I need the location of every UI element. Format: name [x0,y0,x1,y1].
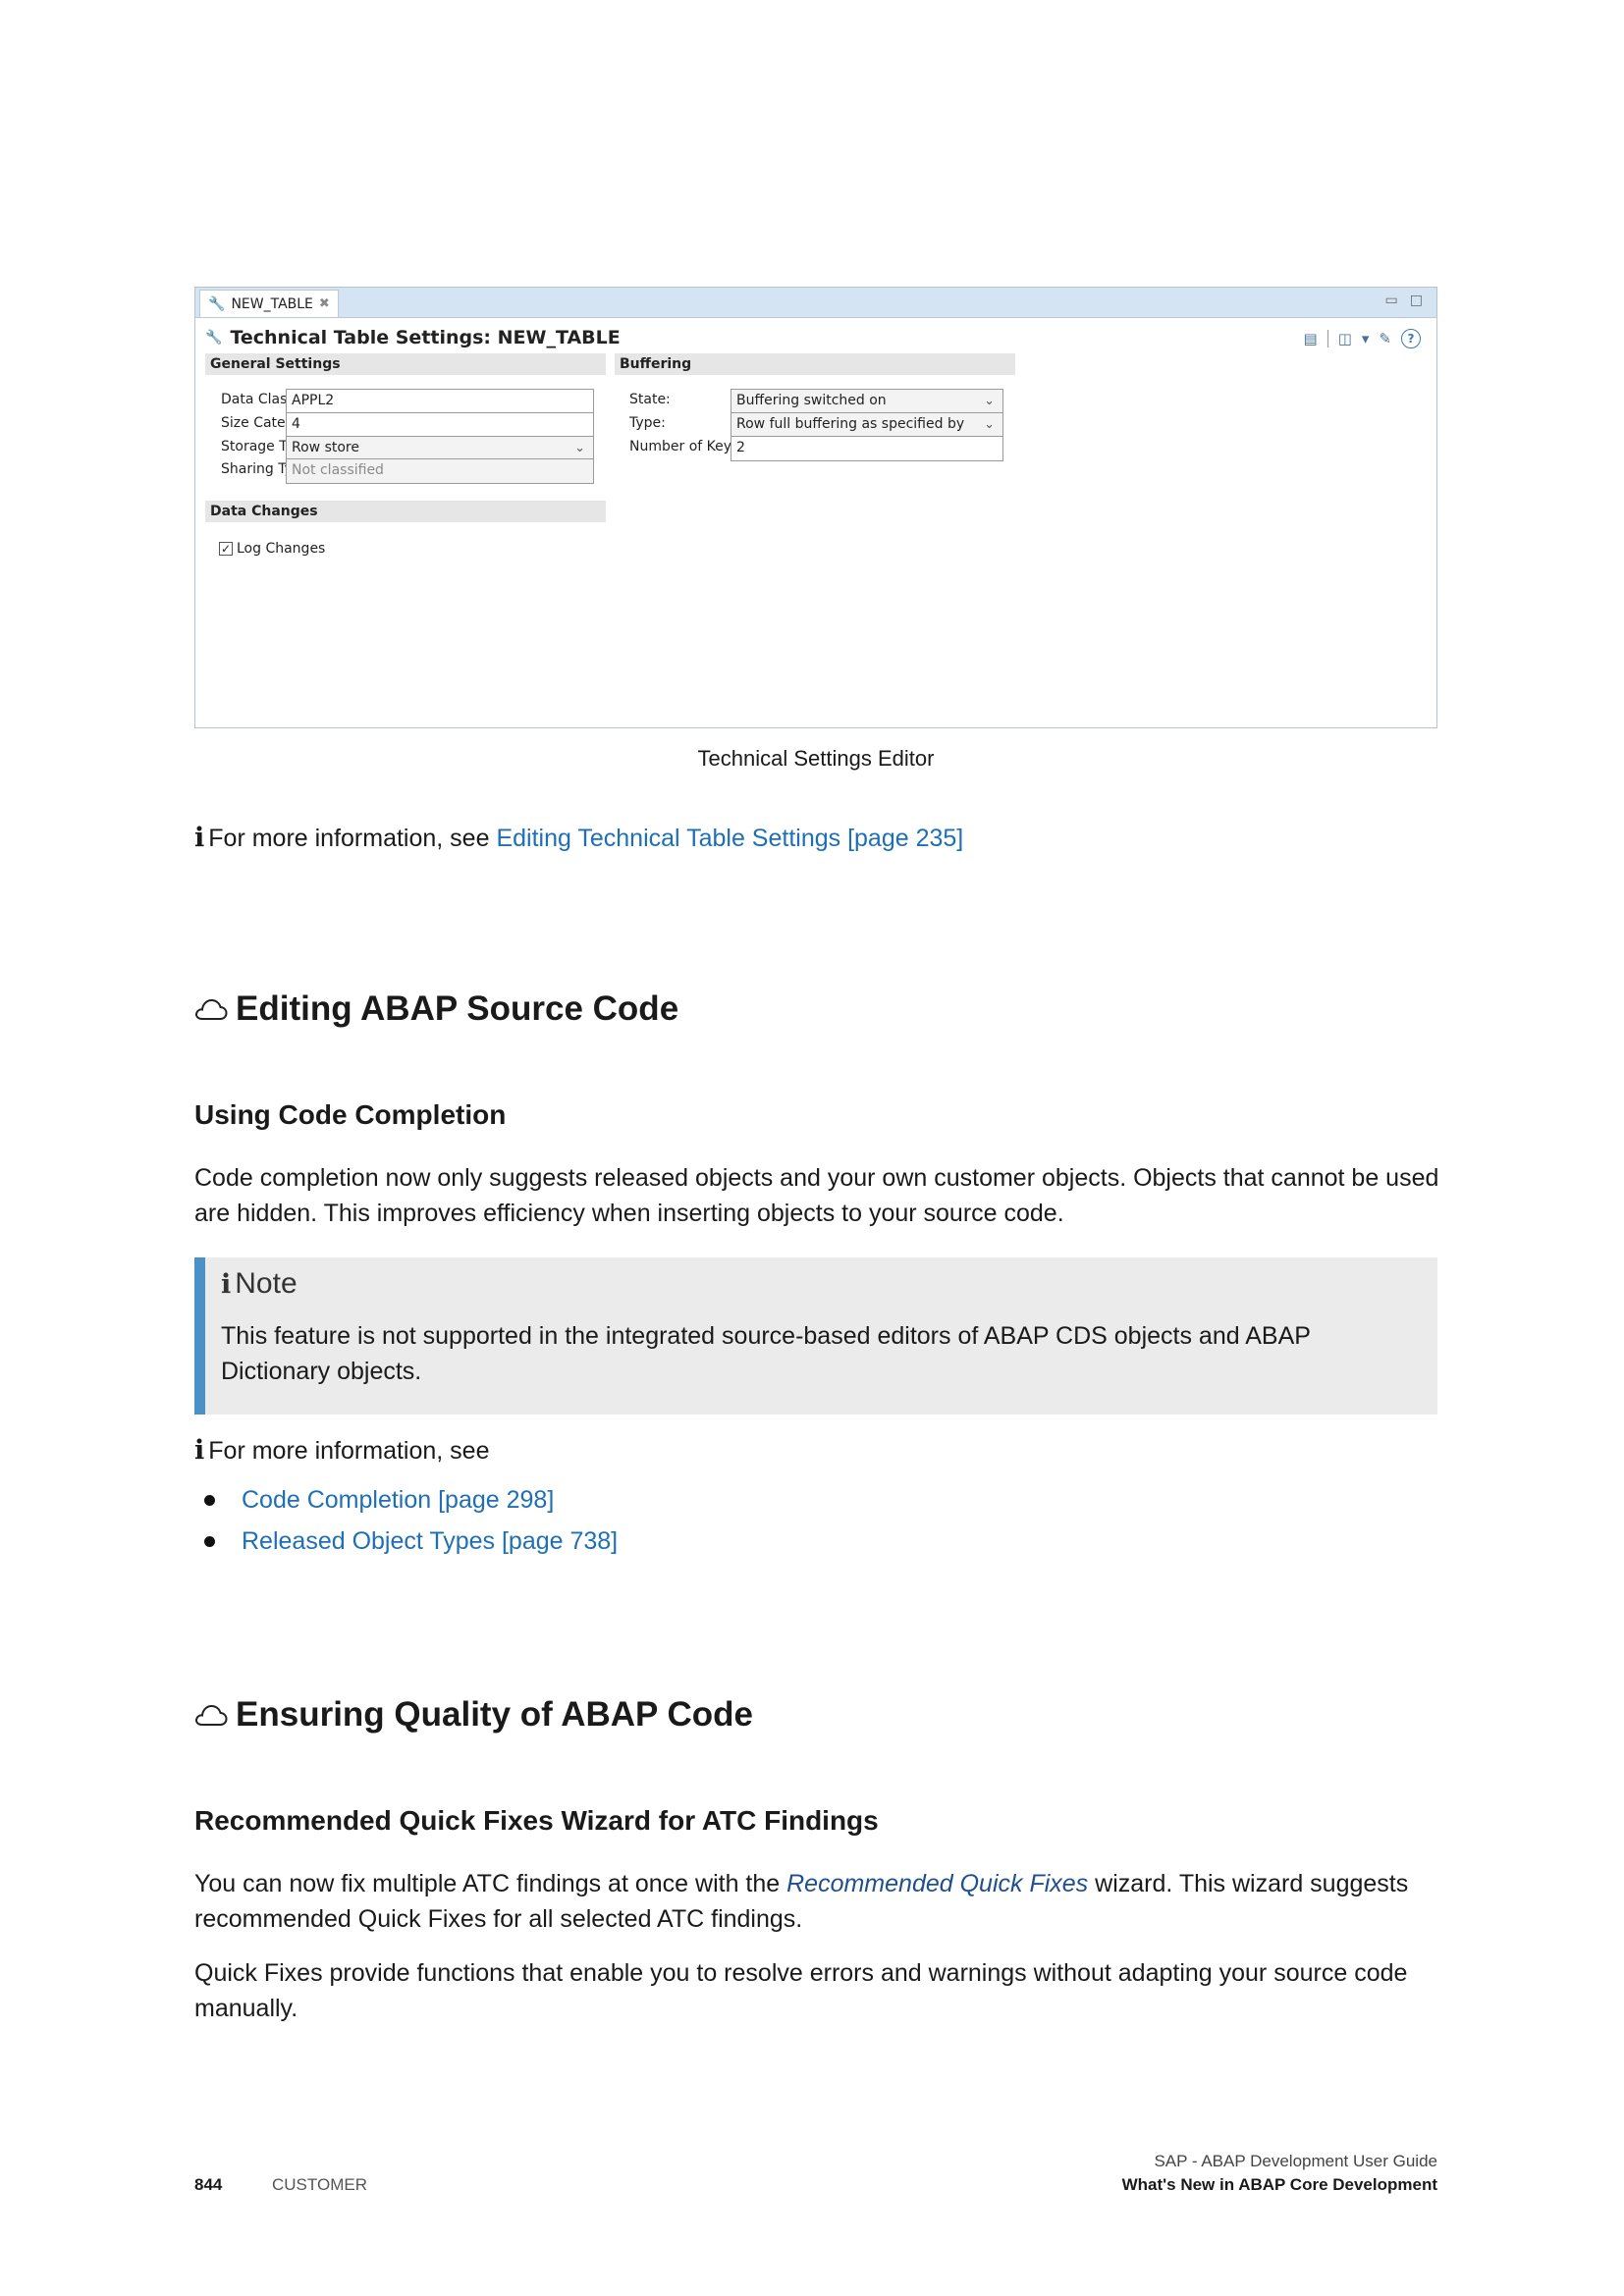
buffering-state-select[interactable]: Buffering switched on ⌄ [731,389,1003,414]
section-title: Ensuring Quality of ABAP Code [236,1695,753,1734]
close-icon[interactable]: ✖ [319,296,330,311]
link-code-completion[interactable]: Code Completion [page 298] [242,1486,554,1514]
type-label: Type: [629,415,666,431]
section-heading-quality: Ensuring Quality of ABAP Code [194,1695,753,1735]
buffering-type-select[interactable]: Row full buffering as specified by gener… [731,412,1003,454]
general-settings-header: General Settings [205,353,606,375]
buffering-header: Buffering [615,353,1015,375]
storage-type-value: Row store [292,440,359,455]
help-icon[interactable]: ? [1401,329,1421,348]
note-text: This feature is not supported in the int… [221,1322,1311,1385]
technical-settings-editor: 🔧 NEW_TABLE ✖ ▭ □ 🔧 Technical Table Sett… [194,287,1437,728]
chevron-down-icon: ⌄ [984,417,995,432]
info-i-icon: i [194,823,205,853]
info-line-2: i For more information, see [194,1435,489,1466]
wrench-icon: 🔧 [208,295,226,312]
info-i-icon: i [221,1269,232,1300]
section-footer-title: What's New in ABAP Core Development [1121,2175,1437,2194]
subheading-quick-fixes: Recommended Quick Fixes Wizard for ATC F… [194,1805,879,1836]
toolbar-separator [1326,330,1328,347]
editor-title: 🔧 Technical Table Settings: NEW_TABLE [205,327,621,348]
info-i-icon: i [194,1435,205,1466]
info-line-1: i For more information, see Editing Techn… [194,823,963,853]
link-recommended-quick-fixes[interactable]: Recommended Quick Fixes [786,1870,1088,1897]
paragraph-code-completion: Code completion now only suggests releas… [194,1164,1439,1227]
cloud-icon [195,1704,228,1726]
state-label: State: [629,392,671,407]
editor-tab-bar: 🔧 NEW_TABLE ✖ ▭ □ [195,288,1436,318]
size-category-field[interactable]: 4 [286,412,594,438]
links-list: Code Completion [page 298] Released Obje… [194,1482,618,1565]
section-title: Editing ABAP Source Code [236,989,679,1028]
link-released-object-types[interactable]: Released Object Types [page 738] [242,1527,618,1555]
transport-icon[interactable]: ◫ [1338,330,1352,347]
data-changes-header: Data Changes [205,501,606,522]
wrench-icon: 🔧 [205,330,223,346]
checkbox-checked-icon: ✓ [219,542,233,556]
maximize-icon[interactable]: □ [1410,293,1423,308]
editor-title-text: Technical Table Settings: NEW_TABLE [230,327,621,348]
list-item: Code Completion [page 298] [194,1482,618,1523]
chevron-down-icon: ⌄ [984,394,995,408]
subheading-code-completion: Using Code Completion [194,1099,507,1130]
editor-tab[interactable]: 🔧 NEW_TABLE ✖ [199,290,339,317]
paragraph-quick-fixes-1: You can now fix multiple ATC findings at… [194,1866,1441,1937]
document-icon[interactable]: ▤ [1304,330,1318,347]
data-class-field[interactable]: APPL2 [286,389,594,414]
audience-label: CUSTOMER [272,2175,367,2194]
sharing-type-field: Not classified [286,458,594,484]
cloud-icon [195,998,228,1020]
link-editing-technical-settings[interactable]: Editing Technical Table Settings [page 2… [496,825,963,852]
chevron-down-icon: ⌄ [574,441,585,455]
page-number: 844 [194,2175,223,2194]
note-title: i Note [221,1267,298,1301]
buffering-state-value: Buffering switched on [736,393,887,408]
note-box: i Note This feature is not supported in t… [194,1257,1437,1415]
figure-caption: Technical Settings Editor [697,746,935,771]
list-item: Released Object Types [page 738] [194,1523,618,1565]
info-text: For more information, see [208,1437,490,1465]
info-text: For more information, see [208,825,497,852]
minimize-icon[interactable]: ▭ [1385,293,1398,308]
window-controls: ▭ □ [1385,293,1423,308]
log-changes-checkbox[interactable]: ✓ Log Changes [219,541,325,557]
editor-toolbar: ▤ ◫ ▾ ✎ ? [1304,329,1421,348]
paragraph-quick-fixes-2: Quick Fixes provide functions that enabl… [194,1959,1408,2022]
section-heading-editing: Editing ABAP Source Code [194,989,678,1029]
chevron-down-icon[interactable]: ▾ [1362,330,1370,347]
edit-icon[interactable]: ✎ [1379,330,1391,347]
note-title-text: Note [235,1267,298,1300]
guide-title: SAP - ABAP Development User Guide [1154,2152,1437,2170]
p1-text-before: You can now fix multiple ATC findings at… [194,1870,787,1897]
key-fields-field[interactable]: 2 [731,436,1003,461]
editor-tab-label: NEW_TABLE [231,295,313,312]
log-changes-label: Log Changes [237,541,326,557]
